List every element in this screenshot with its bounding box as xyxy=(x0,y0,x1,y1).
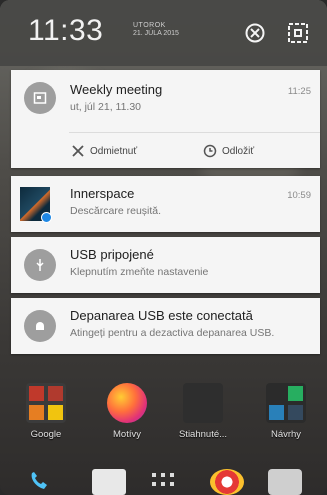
apps-drawer-icon[interactable] xyxy=(148,469,182,495)
themes-icon xyxy=(107,383,147,423)
app-themes[interactable]: Motívy xyxy=(97,383,157,440)
app-label: Návrhy xyxy=(270,429,302,440)
downloads-icon xyxy=(183,383,223,423)
notification-time: 11:25 xyxy=(287,86,311,97)
notification-title: USB pripojené xyxy=(70,247,154,262)
date-label: 21. JÚLA 2015 xyxy=(133,30,179,37)
snooze-button[interactable]: Odložiť xyxy=(203,140,254,162)
do-not-disturb-icon[interactable] xyxy=(244,22,266,44)
messages-icon[interactable] xyxy=(92,469,126,495)
dock xyxy=(0,463,327,495)
snooze-label: Odložiť xyxy=(222,145,255,157)
notification-usb-debugging[interactable]: Depanarea USB este conectată Atingeți pe… xyxy=(11,298,320,354)
notification-time: 10:59 xyxy=(287,190,311,201)
notification-innerspace[interactable]: Innerspace Descărcare reușită. 10:59 xyxy=(11,176,320,232)
android-debug-icon xyxy=(24,310,56,342)
notification-subtitle: Klepnutím zmeňte nastavenie xyxy=(70,266,209,278)
divider xyxy=(69,132,320,133)
notification-title: Innerspace xyxy=(70,186,135,201)
notification-usb-connected[interactable]: USB pripojené Klepnutím zmeňte nastaveni… xyxy=(11,237,320,293)
notification-subtitle: ut, júl 21, 11.30 xyxy=(70,101,142,113)
notification-weekly-meeting[interactable]: Weekly meeting ut, júl 21, 11.30 11:25 O… xyxy=(11,70,320,168)
app-label: Stiahnuté... xyxy=(178,429,228,440)
calendar-icon xyxy=(24,82,56,114)
camera-icon[interactable] xyxy=(268,469,302,495)
settings-icon[interactable] xyxy=(287,22,309,44)
suggestions-folder-icon xyxy=(266,383,306,423)
app-google[interactable]: Google xyxy=(16,383,76,440)
snooze-clock-icon xyxy=(203,144,217,158)
home-app-row: Google Motívy Stiahnuté... Návrhy xyxy=(0,375,327,455)
clock: 11:33 xyxy=(28,14,104,47)
google-folder-icon xyxy=(26,383,66,423)
download-badge-icon xyxy=(41,212,52,223)
decline-button[interactable]: Odmietnuť xyxy=(71,140,137,162)
usb-icon xyxy=(24,249,56,281)
date-block: UTOROK 21. JÚLA 2015 xyxy=(133,22,179,37)
chrome-icon[interactable] xyxy=(210,469,244,495)
notification-title: Weekly meeting xyxy=(70,82,163,97)
app-label: Motívy xyxy=(113,429,141,440)
decline-label: Odmietnuť xyxy=(90,145,138,157)
phone-screen: 11:33 UTOROK 21. JÚLA 2015 Weekly meetin… xyxy=(0,0,327,495)
close-icon xyxy=(72,145,84,157)
app-suggestions[interactable]: Návrhy xyxy=(256,383,316,440)
notification-shade-header: 11:33 UTOROK 21. JÚLA 2015 xyxy=(0,0,327,66)
app-label: Google xyxy=(30,429,62,440)
phone-icon[interactable] xyxy=(26,469,60,495)
notification-subtitle: Atingeți pentru a dezactiva depanarea US… xyxy=(70,327,275,339)
day-label: UTOROK xyxy=(133,22,166,29)
notification-title: Depanarea USB este conectată xyxy=(70,308,253,323)
app-downloads[interactable]: Stiahnuté... xyxy=(173,383,233,440)
notification-subtitle: Descărcare reușită. xyxy=(70,205,162,217)
